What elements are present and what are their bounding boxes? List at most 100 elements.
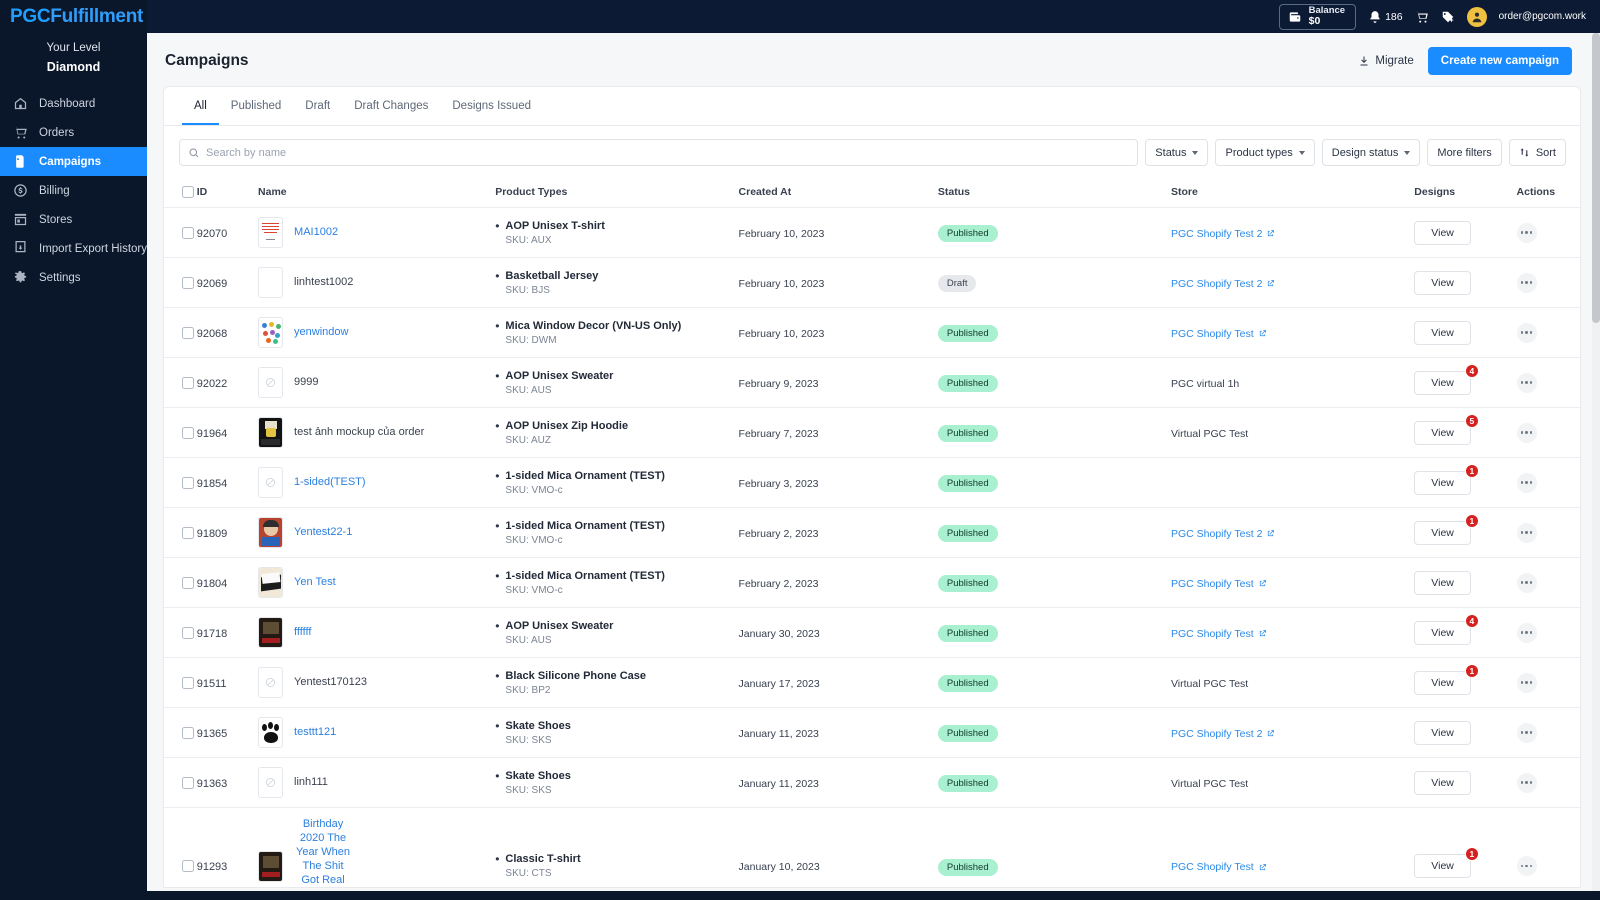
view-designs-button[interactable]: View [1414,471,1471,495]
vertical-scrollbar[interactable] [1592,33,1600,891]
table-row[interactable]: 918541-sided(TEST)•1-sided Mica Ornament… [164,458,1580,508]
view-designs-button[interactable]: View [1414,571,1471,595]
store-link[interactable]: PGC Shopify Test 2 [1171,728,1275,740]
view-designs-button[interactable]: View [1414,771,1471,795]
tab-draft-changes[interactable]: Draft Changes [342,87,440,125]
row-actions-menu-button[interactable] [1517,773,1537,793]
row-actions-menu-button[interactable] [1517,273,1537,293]
tab-designs-issued[interactable]: Designs Issued [440,87,543,125]
create-new-campaign-button[interactable]: Create new campaign [1428,47,1572,75]
campaign-name[interactable]: yenwindow [294,325,348,339]
table-row[interactable]: 91293Birthday 2020 The Year When The Shi… [164,808,1580,888]
campaign-name[interactable]: MAI1002 [294,225,338,239]
table-row[interactable]: 920229999•AOP Unisex SweaterSKU: AUSFebr… [164,358,1580,408]
campaign-name[interactable]: ffffff [294,625,311,639]
row-actions-menu-button[interactable] [1517,673,1537,693]
tab-published[interactable]: Published [219,87,294,125]
sidebar-item-billing[interactable]: Billing [0,176,147,205]
row-actions-menu-button[interactable] [1517,473,1537,493]
campaign-name[interactable]: 1-sided(TEST) [294,475,366,489]
store-link[interactable]: PGC Shopify Test 2 [1171,528,1275,540]
table-row[interactable]: 91809Yentest22-1•1-sided Mica Ornament (… [164,508,1580,558]
row-checkbox[interactable] [182,427,194,439]
row-actions-menu-button[interactable] [1517,223,1537,243]
filter-design-status-button[interactable]: Design status [1322,139,1421,166]
migrate-button[interactable]: Migrate [1358,55,1413,67]
select-all-checkbox[interactable] [182,186,194,198]
add-tag-button[interactable] [1441,10,1455,24]
row-checkbox[interactable] [182,277,194,289]
filter-status-button[interactable]: Status [1145,139,1208,166]
table-row[interactable]: 91511Yentest170123•Black Silicone Phone … [164,658,1580,708]
campaign-name[interactable]: Yen Test [294,575,336,589]
more-filters-button[interactable]: More filters [1427,139,1501,166]
sidebar-item-settings[interactable]: Settings [0,263,147,292]
store-link[interactable]: PGC Shopify Test [1171,578,1267,590]
row-actions-menu-button[interactable] [1517,323,1537,343]
row-actions-menu-button[interactable] [1517,856,1537,876]
sidebar-item-orders[interactable]: Orders [0,118,147,147]
campaign-name[interactable]: Birthday 2020 The Year When The Shit Got… [294,817,352,887]
row-checkbox[interactable] [182,477,194,489]
campaign-name[interactable]: Yentest22-1 [294,525,352,539]
row-checkbox[interactable] [182,677,194,689]
row-checkbox[interactable] [182,777,194,789]
sort-button[interactable]: Sort [1509,139,1566,166]
user-email[interactable]: order@pgcom.work [1499,11,1586,22]
row-actions-menu-button[interactable] [1517,723,1537,743]
row-actions-menu-button[interactable] [1517,423,1537,443]
cart-button[interactable] [1415,10,1429,24]
row-checkbox[interactable] [182,377,194,389]
table-row[interactable]: 91718ffffff•AOP Unisex SweaterSKU: AUSJa… [164,608,1580,658]
view-designs-button[interactable]: View [1414,621,1471,645]
store-link[interactable]: PGC Shopify Test [1171,628,1267,640]
table-row[interactable]: 91964test ảnh mockup của order•AOP Unise… [164,408,1580,458]
store-link[interactable]: PGC Shopify Test 2 [1171,278,1275,290]
notifications-button[interactable]: 186 [1368,10,1403,24]
filter-product-types-button[interactable]: Product types [1215,139,1314,166]
scrollbar-thumb[interactable] [1592,33,1600,323]
sidebar-item-stores[interactable]: Stores [0,205,147,234]
view-designs-button[interactable]: View [1414,271,1471,295]
row-checkbox[interactable] [182,627,194,639]
table-row[interactable]: 91363linh111•Skate ShoesSKU: SKSJanuary … [164,758,1580,808]
row-checkbox[interactable] [182,527,194,539]
row-actions-menu-button[interactable] [1517,573,1537,593]
sidebar-item-campaigns[interactable]: Campaigns [0,147,147,176]
view-designs-button[interactable]: View [1414,371,1471,395]
row-actions-menu-button[interactable] [1517,623,1537,643]
row-checkbox[interactable] [182,577,194,589]
sidebar-item-dashboard[interactable]: Dashboard [0,89,147,118]
view-designs-button[interactable]: View [1414,721,1471,745]
store-link[interactable]: PGC Shopify Test 2 [1171,228,1275,240]
row-actions-menu-button[interactable] [1517,373,1537,393]
view-designs-button[interactable]: View [1414,521,1471,545]
brand-logo[interactable]: PGCFulfillment [0,0,147,33]
search-input[interactable] [206,140,1137,165]
tab-all[interactable]: All [182,87,219,125]
table-row[interactable]: 92070MAI1002•AOP Unisex T-shirtSKU: AUXF… [164,208,1580,258]
row-checkbox[interactable] [182,860,194,872]
name-cell: 1-sided(TEST) [258,467,491,498]
view-designs-button[interactable]: View [1414,221,1471,245]
row-checkbox[interactable] [182,227,194,239]
table-row[interactable]: 91365testtt121•Skate ShoesSKU: SKSJanuar… [164,708,1580,758]
search-box[interactable] [179,139,1138,166]
view-designs-button[interactable]: View [1414,421,1471,445]
campaign-name[interactable]: testtt121 [294,725,336,739]
table-row[interactable]: 92068yenwindow•Mica Window Decor (VN-US … [164,308,1580,358]
row-checkbox[interactable] [182,727,194,739]
store-link[interactable]: PGC Shopify Test [1171,861,1267,873]
avatar[interactable] [1467,7,1487,27]
view-designs-button[interactable]: View [1414,321,1471,345]
table-row[interactable]: 92069linhtest1002•Basketball JerseySKU: … [164,258,1580,308]
row-actions-menu-button[interactable] [1517,523,1537,543]
balance-button[interactable]: Balance $0 [1279,4,1356,30]
sidebar-item-import-export-history[interactable]: Import Export History [0,234,147,263]
view-designs-button[interactable]: View [1414,671,1471,695]
tab-draft[interactable]: Draft [293,87,342,125]
view-designs-button[interactable]: View [1414,854,1471,878]
store-link[interactable]: PGC Shopify Test [1171,328,1267,340]
table-row[interactable]: 91804Yen Test•1-sided Mica Ornament (TES… [164,558,1580,608]
row-checkbox[interactable] [182,327,194,339]
